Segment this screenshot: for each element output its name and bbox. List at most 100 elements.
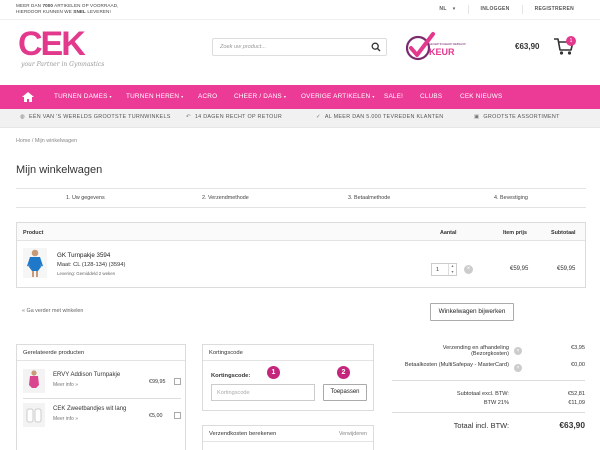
apply-coupon-button[interactable]: Toepassen xyxy=(323,384,367,401)
nav-acro[interactable]: ACRO xyxy=(198,85,217,109)
total-label: Totaal incl. BTW: xyxy=(453,421,509,430)
related-title: Gerelateerde producten xyxy=(17,345,185,361)
logo-text: CEK xyxy=(18,25,86,63)
step-3: 3. Betaalmethode xyxy=(348,195,391,201)
home-icon[interactable] xyxy=(22,92,34,102)
product-name[interactable]: GK Turnpakje 3594 xyxy=(57,252,110,259)
nav-cek-nieuws[interactable]: CEK NIEUWS xyxy=(460,85,502,109)
subtotal-value: €52,81 xyxy=(567,391,585,397)
related-name[interactable]: ERVY Addison Turnpakje xyxy=(53,372,120,378)
remove-payment-icon[interactable]: × xyxy=(514,364,522,372)
keur-small-text: GECERTIFICEERD WEBSHOP xyxy=(429,43,466,46)
shipping-value: €3,95 xyxy=(571,345,585,351)
subtotal-label: Subtotaal excl. BTW: xyxy=(456,391,509,397)
related-more-link[interactable]: Meer info » xyxy=(53,382,78,388)
coupon-input[interactable]: Kortingscode xyxy=(211,384,315,401)
marker-1: 1 xyxy=(267,366,280,379)
cart-total[interactable]: €63,90 xyxy=(515,42,539,51)
related-price: €5,00 xyxy=(149,413,163,419)
remove-shipping-icon[interactable]: × xyxy=(514,347,522,355)
list-item[interactable]: CEK Zweetbandjes wit lang Meer info » €5… xyxy=(23,403,193,431)
globe-icon: ◍ xyxy=(20,114,26,120)
product-image[interactable] xyxy=(23,369,45,393)
webshop-keur-badge[interactable]: GECERTIFICEERD WEBSHOP KEUR xyxy=(405,31,466,63)
search-icon[interactable] xyxy=(371,42,381,52)
nav-sale[interactable]: SALE! xyxy=(384,85,403,109)
search-input[interactable]: Zoek uw product... xyxy=(212,38,387,56)
shipping-calc-header[interactable]: Verzendkosten berekenen Verwijderen xyxy=(203,426,373,442)
main-nav: TURNEN DAMES ▾ TURNEN HEREN ▾ ACRO CHEER… xyxy=(0,85,600,109)
promo-text: MEER DAN 7000 ARTIKELEN OP VOORRAAD, HIE… xyxy=(16,3,176,15)
checkout-steps: 1. Uw gegevens 2. Verzendmethode 3. Beta… xyxy=(16,188,586,208)
shipping-calc-title: Verzendkosten berekenen xyxy=(209,431,277,437)
promo-line2: HIERDOOR KUNNEN WE xyxy=(16,9,74,14)
payment-value: €0,00 xyxy=(571,362,585,368)
related-checkbox[interactable] xyxy=(174,378,181,385)
divider xyxy=(392,412,585,413)
remove-item-icon[interactable]: × xyxy=(464,265,473,274)
col-subtotal: Subtotaal xyxy=(551,230,576,236)
update-cart-button[interactable]: Winkelwagen bijwerken xyxy=(430,303,514,321)
top-links: NL ▾ INLOGGEN REGISTREREN xyxy=(427,5,586,14)
shipping-label: Verzending en afhandeling (Bezorgkosten) xyxy=(392,345,509,357)
cart-count-badge: 1 xyxy=(566,36,576,46)
marker-2: 2 xyxy=(337,366,350,379)
chevron-down-icon: ▾ xyxy=(109,94,112,99)
promo-mid: ARTIKELEN OP VOORRAAD, xyxy=(53,3,119,8)
related-checkbox[interactable] xyxy=(174,412,181,419)
usp-bar: ◍ EÉN VAN 'S WERELDS GROOTSTE TURNWINKELS… xyxy=(0,109,600,128)
nav-turnen-dames[interactable]: TURNEN DAMES ▾ xyxy=(54,85,112,109)
col-qty: Aantal xyxy=(440,230,457,236)
related-name[interactable]: CEK Zweetbandjes wit lang xyxy=(53,406,126,412)
coupon-placeholder: Kortingscode xyxy=(217,390,250,396)
chevron-down-icon: ▾ xyxy=(372,94,375,99)
chevron-down-icon: ▾ xyxy=(283,94,287,99)
login-link[interactable]: INLOGGEN xyxy=(467,5,522,14)
nav-turnen-heren[interactable]: TURNEN HEREN ▾ xyxy=(126,85,183,109)
promo-pre: MEER DAN xyxy=(16,3,43,8)
logo-tagline: your Partner in Gymnastics xyxy=(21,61,105,68)
chevron-down-icon: ▾ xyxy=(181,94,184,99)
continue-shopping-link[interactable]: « Ga verder met winkelen xyxy=(22,308,83,314)
usp-label: EÉN VAN 'S WERELDS GROOTSTE TURNWINKELS xyxy=(29,114,171,120)
quantity-spinner[interactable]: ▲ ▼ xyxy=(448,264,456,275)
nav-cheer-dans[interactable]: CHEER / DANS ▾ xyxy=(234,85,286,109)
list-item[interactable]: ERVY Addison Turnpakje Meer info » €99,9… xyxy=(23,369,193,397)
nav-label: CLUBS xyxy=(420,93,443,100)
related-products-panel: Gerelateerde producten ERVY Addison Turn… xyxy=(16,344,186,450)
payment-label: Betaalkosten (MultiSafepay - MasterCard) xyxy=(404,362,509,368)
chevron-up-icon[interactable]: ▲ xyxy=(451,264,454,268)
product-image[interactable] xyxy=(23,403,45,427)
related-more-link[interactable]: Meer info » xyxy=(53,416,78,422)
promo-end: LEVEREN! xyxy=(85,9,111,14)
nav-overige-artikelen[interactable]: OVERIGE ARTIKELEN ▾ xyxy=(301,85,375,109)
chevron-down-icon: ▾ xyxy=(452,6,456,12)
product-size: Maat: CL (128-134) (3594) xyxy=(57,262,126,268)
chevron-down-icon[interactable]: ▼ xyxy=(451,270,454,274)
product-image[interactable] xyxy=(23,248,47,278)
logo[interactable]: CEK your Partner in Gymnastics xyxy=(18,25,104,77)
register-link[interactable]: REGISTREREN xyxy=(521,5,586,14)
product-delivery: Levering: Gemiddeld 2 weken xyxy=(57,271,116,276)
total-value: €63,90 xyxy=(559,420,585,430)
return-icon: ↶ xyxy=(186,114,191,120)
shipping-label-sub: (Bezorgkosten) xyxy=(471,351,509,357)
shipping-calc-panel: Verzendkosten berekenen Verwijderen xyxy=(202,425,374,450)
nav-label: CHEER / DANS xyxy=(234,93,282,100)
usp-item: ✓ AL MEER DAN 5.000 TEVREDEN KLANTEN xyxy=(316,114,443,120)
quantity-stepper[interactable]: 1 ▲ ▼ xyxy=(431,263,457,276)
box-icon: ▣ xyxy=(474,114,480,120)
top-bar: MEER DAN 7000 ARTIKELEN OP VOORRAAD, HIE… xyxy=(0,0,600,20)
coupon-title: Kortingscode xyxy=(203,345,373,361)
nav-clubs[interactable]: CLUBS xyxy=(420,85,442,109)
divider xyxy=(392,380,585,381)
shipping-calc-remove[interactable]: Verwijderen xyxy=(339,431,367,437)
cart-table-header: Product Aantal Item prijs Subtotaal xyxy=(17,223,585,241)
usp-item: ◍ EÉN VAN 'S WERELDS GROOTSTE TURNWINKELS xyxy=(20,114,171,120)
language-label: NL xyxy=(439,6,447,12)
language-select[interactable]: NL ▾ xyxy=(427,5,467,14)
col-product: Product xyxy=(23,230,44,236)
breadcrumb[interactable]: Home / Mijn winkelwagen xyxy=(16,138,77,144)
step-4: 4. Bevestiging xyxy=(494,195,528,201)
search-placeholder: Zoek uw product... xyxy=(220,44,267,50)
